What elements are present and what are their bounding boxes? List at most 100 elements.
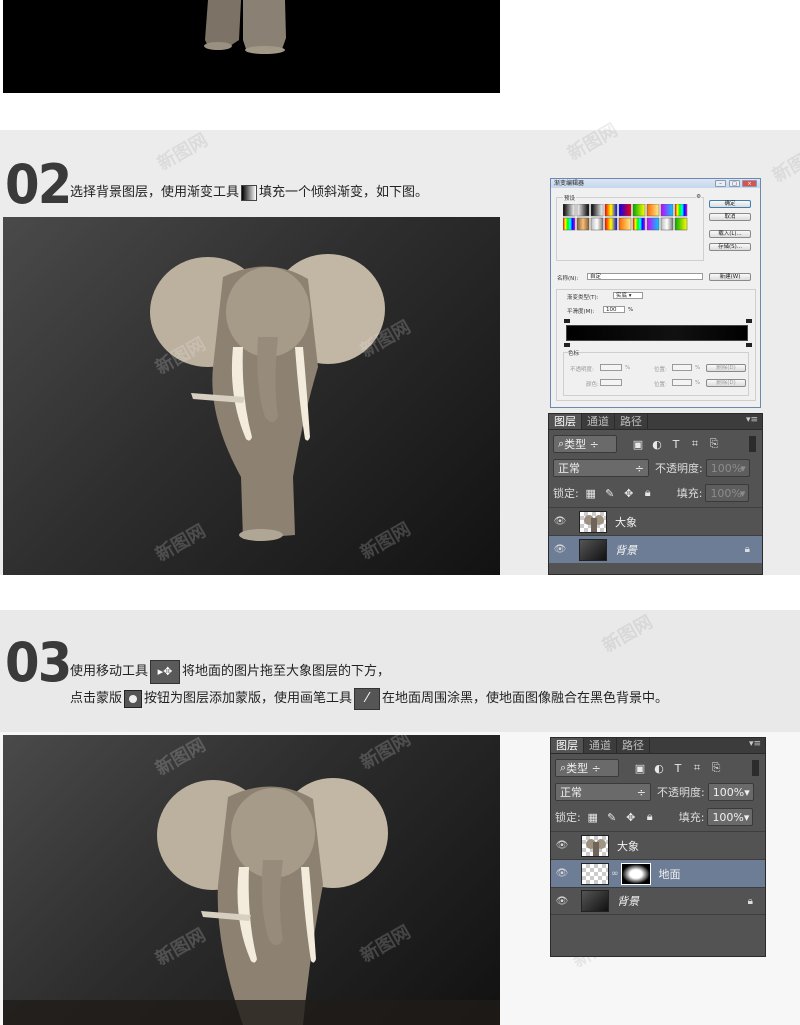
filter-kind-value: 类型 (564, 438, 587, 451)
layer-row[interactable]: 👁︎ 大象 (551, 831, 765, 859)
layer-name: 背景 (615, 543, 637, 557)
instruction-text: 选择背景图层，使用渐变工具 (70, 185, 240, 200)
stops-label: 色标 (568, 349, 580, 357)
blend-row: 正常 ÷ 不透明度: 100% ▾ (553, 458, 758, 478)
layer-mask-thumbnail[interactable] (620, 862, 651, 885)
canvas-step1-bottom (3, 0, 500, 93)
lock-transparency-icon[interactable]: ▦ (584, 486, 598, 500)
load-button[interactable]: 载入(L)... (709, 230, 751, 238)
stop-color-swatch[interactable] (600, 379, 622, 386)
close-button[interactable]: × (742, 180, 757, 187)
instruction-text: 将地面的图片拖至大象图层的下方， (182, 664, 391, 679)
blend-mode-select[interactable]: 正常 ÷ (553, 459, 649, 477)
visibility-eye-icon[interactable]: 👁︎ (549, 544, 571, 555)
spacer (0, 95, 800, 130)
elephant-image (150, 254, 385, 541)
shape-filter-icon[interactable]: ⌗ (690, 761, 704, 775)
fill-field[interactable]: 100% ▾ (705, 484, 750, 502)
brush-tool-icon: ⁄ (354, 688, 381, 710)
color-stop-right[interactable] (746, 343, 752, 347)
opacity-stop-right[interactable] (746, 319, 752, 323)
step3-instruction-line1: 使用移动工具 ▸✥ 将地面的图片拖至大象图层的下方， (70, 660, 390, 684)
visibility-eye-icon[interactable]: 👁︎ (549, 516, 571, 527)
ok-button[interactable]: 确定 (709, 200, 751, 208)
lock-transparency-icon[interactable]: ▦ (586, 810, 600, 824)
smart-object-filter-icon[interactable]: ⎘ (707, 437, 721, 451)
gradient-editor-dialog: 渐变编辑器 – □ × 预设 ⚙ 确定 取消 载入(L)... 存储(S)...… (550, 178, 761, 408)
blend-mode-select[interactable]: 正常 ÷ (555, 783, 651, 801)
filter-kind-select[interactable]: ⌕ 类型 ÷ (555, 759, 619, 777)
layer-name: 大象 (617, 839, 639, 853)
delete-stop-button[interactable]: 删除(D) (706, 379, 746, 387)
adjustment-filter-icon[interactable]: ◐ (652, 761, 666, 775)
image-filter-icon[interactable]: ▣ (631, 437, 645, 451)
stop-opacity-unit: % (625, 365, 631, 371)
layer-row[interactable]: 👁︎ 大象 (549, 507, 762, 535)
visibility-eye-icon[interactable]: 👁︎ (551, 868, 573, 879)
instruction-text: 点击蒙版 (70, 691, 123, 706)
image-filter-icon[interactable]: ▣ (633, 761, 647, 775)
opacity-field[interactable]: 100% ▾ (707, 783, 754, 801)
tab-channels[interactable]: 通道 (582, 414, 615, 429)
layer-row[interactable]: 👁︎ 背景 🔒︎ (549, 535, 762, 563)
stop-location-label: 位置: (654, 382, 667, 388)
lock-position-icon[interactable]: ✥ (624, 810, 638, 824)
filter-kind-select[interactable]: ⌕ 类型 ÷ (553, 435, 617, 453)
tab-paths[interactable]: 路径 (615, 414, 648, 429)
panel-menu-icon[interactable]: ▾≡ (746, 415, 758, 425)
gradient-type-select[interactable]: 实底 ▾ (613, 292, 643, 299)
instruction-text: 使用移动工具 (70, 664, 149, 679)
panel-tabs: 图层 通道 路径 ▾≡ (549, 414, 762, 430)
layer-row[interactable]: 👁︎ 背景 🔒︎ (551, 887, 765, 915)
lock-all-icon[interactable]: 🔒︎ (641, 486, 655, 500)
gradient-presets-grid[interactable] (563, 204, 699, 258)
tab-layers[interactable]: 图层 (549, 414, 582, 429)
panel-tabs: 图层 通道 路径 ▾≡ (551, 738, 765, 754)
opacity-value: 100% (710, 461, 743, 475)
stop-location-field[interactable] (672, 364, 692, 371)
delete-stop-button[interactable]: 删除(D) (706, 364, 746, 372)
fill-field[interactable]: 100% ▾ (707, 808, 754, 826)
move-tool-icon: ▸✥ (150, 660, 181, 684)
layer-name: 大象 (615, 515, 637, 529)
save-button[interactable]: 存储(S)... (709, 243, 751, 251)
opacity-field[interactable]: 100% ▾ (705, 459, 750, 477)
filter-kind-value: 类型 (566, 762, 589, 775)
color-stop-left[interactable] (564, 343, 570, 347)
stop-opacity-field[interactable] (600, 364, 622, 371)
opacity-stop-left[interactable] (564, 319, 570, 323)
cancel-button[interactable]: 取消 (709, 213, 751, 221)
smart-object-filter-icon[interactable]: ⎘ (709, 761, 723, 775)
shape-filter-icon[interactable]: ⌗ (688, 437, 702, 451)
type-filter-icon[interactable]: T (669, 437, 683, 451)
name-field[interactable]: 自定 (587, 273, 703, 280)
settings-gear-icon[interactable]: ⚙ (696, 194, 701, 200)
filter-toggle[interactable] (752, 760, 759, 776)
new-button[interactable]: 新建(W) (709, 273, 751, 281)
spacer (0, 575, 800, 610)
lock-all-icon[interactable]: 🔒︎ (643, 810, 657, 824)
filter-toggle[interactable] (749, 436, 756, 452)
tab-paths[interactable]: 路径 (617, 738, 650, 753)
visibility-eye-icon[interactable]: 👁︎ (551, 840, 573, 851)
lock-row: 锁定: ▦ ✎ ✥ 🔒︎ 填充: 100% ▾ (553, 483, 758, 503)
layer-row[interactable]: 👁︎ ∞ 地面 (551, 859, 765, 887)
stop-location-field[interactable] (672, 379, 692, 386)
minimize-button[interactable]: – (715, 180, 726, 187)
link-icon[interactable]: ∞ (611, 869, 619, 879)
tab-layers[interactable]: 图层 (551, 738, 584, 753)
layers-panel: 图层 通道 路径 ▾≡ ⌕ 类型 ÷ ▣ ◐ T ⌗ ⎘ 正常 ÷ 不透明度: 1… (550, 737, 766, 957)
panel-menu-icon[interactable]: ▾≡ (749, 739, 761, 749)
maximize-button[interactable]: □ (729, 180, 740, 187)
smoothness-field[interactable]: 100 (603, 306, 625, 313)
gradient-preview-bar[interactable] (566, 325, 748, 341)
lock-position-icon[interactable]: ✥ (622, 486, 636, 500)
smoothness-label: 平滑度(M): (567, 309, 595, 315)
lock-pixels-icon[interactable]: ✎ (603, 486, 617, 500)
adjustment-filter-icon[interactable]: ◐ (650, 437, 664, 451)
blend-row: 正常 ÷ 不透明度: 100% ▾ (555, 782, 761, 802)
type-filter-icon[interactable]: T (671, 761, 685, 775)
lock-pixels-icon[interactable]: ✎ (605, 810, 619, 824)
visibility-eye-icon[interactable]: 👁︎ (551, 896, 573, 907)
tab-channels[interactable]: 通道 (584, 738, 617, 753)
